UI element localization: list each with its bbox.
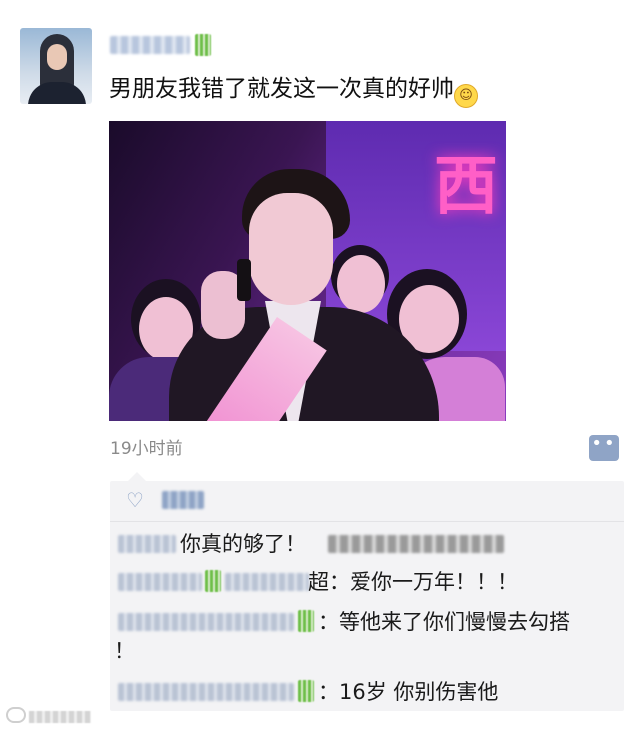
commenter-name-blurred[interactable] xyxy=(118,683,294,701)
avatar[interactable] xyxy=(20,28,92,104)
photo-person-mid-face xyxy=(337,255,385,313)
smile-emoji-icon: ☺ xyxy=(454,84,478,108)
commenter-badge xyxy=(298,610,314,632)
comments-panel: ♡ 你真的够了！ 超：爱你一万年！！！ ：等他来了你们慢慢去勾搭 ！ ：16岁 … xyxy=(110,472,624,711)
comment-text: ：等他来了你们慢慢去勾搭 xyxy=(318,610,570,634)
photo-man-face xyxy=(249,193,333,305)
watermark-logo-icon xyxy=(6,707,26,723)
likes-row: ♡ xyxy=(110,481,624,522)
comment-text: ：16岁 你别伤害他 xyxy=(318,680,499,704)
photo-phone xyxy=(237,259,251,301)
photo-neon-sign: 西 xyxy=(434,150,498,224)
comment-text: 你真的够了！ xyxy=(180,532,306,556)
commenter-name-blurred[interactable] xyxy=(118,573,202,591)
liker-names-blurred[interactable] xyxy=(162,491,204,509)
post-photo[interactable]: 西 ih xyxy=(109,121,506,421)
comment-item[interactable]: ：等他来了你们慢慢去勾搭 ！ xyxy=(110,605,624,669)
moment-post: 男朋友我错了就发这一次真的好帅☺ 西 ih 19小时前 •• ♡ 你真的够了！ xyxy=(0,0,640,731)
watermark xyxy=(6,707,91,724)
avatar-face xyxy=(47,44,67,70)
commenter-name-blurred[interactable] xyxy=(118,535,176,553)
comment-item[interactable]: ：16岁 你别伤害他 xyxy=(110,675,624,709)
avatar-body xyxy=(28,82,86,104)
post-text-content: 男朋友我错了就发这一次真的好帅 xyxy=(109,76,454,102)
username-blurred[interactable] xyxy=(110,36,190,54)
heart-icon: ♡ xyxy=(126,488,144,512)
post-text: 男朋友我错了就发这一次真的好帅 ☺ xyxy=(109,72,478,108)
commenter-badge xyxy=(298,680,314,702)
comment-text: 超：爱你一万年！！！ xyxy=(308,570,518,594)
more-dots-icon[interactable]: •• xyxy=(589,435,619,461)
comments-caret xyxy=(128,472,146,481)
username-badge xyxy=(195,34,211,56)
commenter-badge xyxy=(205,570,221,592)
comment-item[interactable]: 你真的够了！ xyxy=(110,527,624,561)
commenter-name-blurred[interactable] xyxy=(225,573,309,591)
post-timestamp: 19小时前 xyxy=(110,439,183,459)
comment-item[interactable]: 超：爱你一万年！！！ xyxy=(110,565,624,599)
watermark-text-blurred xyxy=(29,711,91,723)
commenter-name-blurred[interactable] xyxy=(118,613,294,631)
comment-suffix-blurred xyxy=(328,535,504,553)
comment-text-continued: ！ xyxy=(114,639,135,663)
